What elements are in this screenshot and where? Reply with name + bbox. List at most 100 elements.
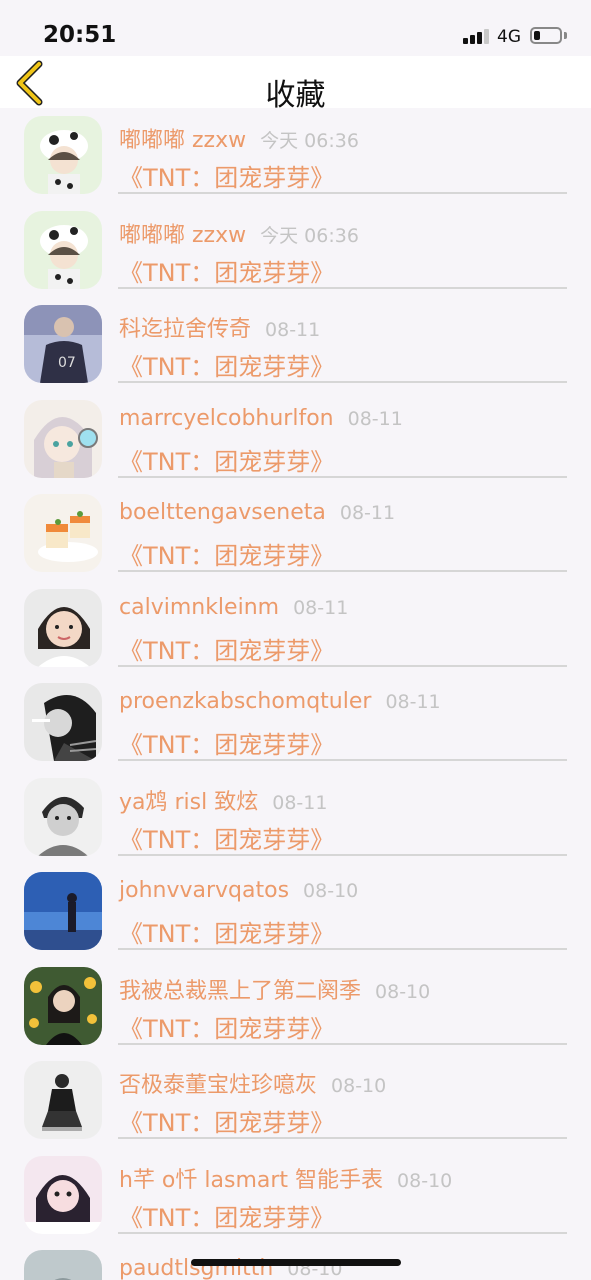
- book-title[interactable]: 《TNT：团宠芽芽》: [119, 347, 334, 382]
- user-name: calvimnkleinm: [119, 594, 280, 620]
- timestamp: 08-10: [397, 1169, 453, 1192]
- svg-text:07: 07: [58, 355, 76, 371]
- divider: [118, 570, 567, 572]
- timestamp: 今天 06:36: [260, 130, 359, 152]
- avatar[interactable]: [24, 966, 102, 1045]
- timestamp: 08-11: [339, 502, 396, 524]
- favorite-item[interactable]: proenzkabschomqtuler 08-11 《TNT：团宠芽芽》: [0, 675, 591, 770]
- item-header: calvimnkleinm 08-11: [119, 595, 348, 620]
- divider: [118, 853, 567, 856]
- user-name: 嘟嘟嘟 zzxw: [119, 222, 247, 248]
- item-header: 科迄拉舍传奇 08-11: [119, 311, 320, 343]
- favorite-item[interactable]: ya鸩 risl 致炫 08-11 《TNT：团宠芽芽》: [0, 770, 591, 865]
- avatar[interactable]: [24, 872, 102, 950]
- favorite-item[interactable]: boelttengavseneta 08-11 《TNT：团宠芽芽》: [0, 486, 591, 581]
- signal-strength-icon: [463, 28, 491, 44]
- favorite-item[interactable]: marrcyelcobhurlfon 08-11 《TNT：团宠芽芽》: [0, 392, 591, 487]
- item-header: johnvvarvqatos 08-10: [119, 878, 358, 903]
- avatar-image-icon: [24, 1061, 102, 1139]
- divider: [118, 475, 567, 478]
- avatar[interactable]: 07: [24, 305, 102, 383]
- favorites-list: 嘟嘟嘟 zzxw 今天 06:36 《TNT：团宠芽芽》 嘟嘟嘟 zzxw 今天 06:…: [0, 108, 591, 1280]
- user-name: h芊 o忏 lasmart 智能手表: [119, 1167, 384, 1193]
- favorite-item[interactable]: calvimnkleinm 08-11 《TNT：团宠芽芽》: [0, 581, 591, 676]
- user-name: 否极泰董宝炷珍噫灰: [119, 1073, 318, 1098]
- item-header: boelttengavseneta 08-11: [119, 500, 395, 525]
- user-name: proenzkabschomqtuler: [119, 689, 372, 714]
- timestamp: 08-11: [272, 791, 328, 814]
- book-title[interactable]: 《TNT：团宠芽芽》: [119, 442, 334, 477]
- home-indicator[interactable]: [191, 1259, 401, 1266]
- avatar[interactable]: [24, 1250, 102, 1280]
- avatar[interactable]: [24, 777, 102, 856]
- book-title[interactable]: 《TNT：团宠芽芽》: [119, 536, 334, 571]
- divider: [118, 1137, 567, 1139]
- user-name: johnvvarvqatos: [119, 878, 290, 903]
- favorite-item[interactable]: 07 科迄拉舍传奇 08-11 《TNT：团宠芽芽》: [0, 297, 591, 392]
- avatar-image-icon: [24, 494, 102, 572]
- avatar[interactable]: [24, 588, 102, 667]
- avatar-image-icon: [24, 683, 102, 761]
- item-header: ya鸩 risl 致炫 08-11: [119, 784, 327, 816]
- timestamp: 08-11: [385, 691, 441, 713]
- timestamp: 08-11: [347, 407, 403, 430]
- avatar-image-icon: [24, 966, 102, 1045]
- avatar-image-icon: 07: [24, 305, 102, 383]
- avatar-image-icon: [24, 116, 102, 194]
- user-name: ya鸩 risl 致炫: [119, 789, 259, 815]
- status-time: 20:51: [43, 22, 117, 48]
- favorite-item[interactable]: 嘟嘟嘟 zzxw 今天 06:36 《TNT：团宠芽芽》: [0, 108, 591, 203]
- favorite-item[interactable]: 嘟嘟嘟 zzxw 今天 06:36 《TNT：团宠芽芽》: [0, 203, 591, 298]
- timestamp: 08-10: [331, 1075, 387, 1097]
- user-name: 嘟嘟嘟 zzxw: [119, 128, 247, 153]
- user-name: boelttengavseneta: [119, 500, 326, 525]
- avatar-image-icon: [24, 777, 102, 856]
- network-type: 4G: [497, 27, 521, 47]
- book-title[interactable]: 《TNT：团宠芽芽》: [119, 1103, 334, 1138]
- user-name: marrcyelcobhurlfon: [119, 405, 334, 431]
- avatar[interactable]: [24, 683, 102, 761]
- navigation-bar: 收藏: [0, 56, 591, 113]
- favorite-item[interactable]: johnvvarvqatos 08-10 《TNT：团宠芽芽》: [0, 864, 591, 959]
- book-title[interactable]: 《TNT：团宠芽芽》: [119, 631, 334, 666]
- avatar[interactable]: [24, 210, 102, 289]
- avatar-image-icon: [24, 872, 102, 950]
- timestamp: 08-10: [375, 980, 431, 1003]
- avatar[interactable]: [24, 1155, 102, 1234]
- divider: [118, 192, 567, 194]
- avatar-image-icon: [24, 399, 102, 478]
- avatar[interactable]: [24, 399, 102, 478]
- item-header: 嘟嘟嘟 zzxw 今天 06:36: [119, 122, 359, 154]
- book-title[interactable]: 《TNT：团宠芽芽》: [119, 158, 334, 193]
- item-header: marrcyelcobhurlfon 08-11: [119, 406, 403, 431]
- avatar[interactable]: [24, 1061, 102, 1139]
- user-name: 我被总裁黑上了第二阕季: [119, 978, 362, 1004]
- item-header: 我被总裁黑上了第二阕季 08-10: [119, 973, 430, 1005]
- book-title[interactable]: 《TNT：团宠芽芽》: [119, 1198, 334, 1233]
- timestamp: 08-10: [303, 880, 359, 902]
- favorite-item[interactable]: h芊 o忏 lasmart 智能手表 08-10 《TNT：团宠芽芽》: [0, 1148, 591, 1243]
- timestamp: 今天 06:36: [260, 224, 359, 247]
- user-name: 科迄拉舍传奇: [119, 317, 252, 342]
- item-header: h芊 o忏 lasmart 智能手表 08-10: [119, 1162, 452, 1194]
- divider: [118, 1042, 567, 1045]
- avatar[interactable]: [24, 116, 102, 194]
- item-header: 嘟嘟嘟 zzxw 今天 06:36: [119, 217, 359, 249]
- divider: [118, 664, 567, 667]
- favorite-item[interactable]: 否极泰董宝炷珍噫灰 08-10 《TNT：团宠芽芽》: [0, 1053, 591, 1148]
- avatar-image-icon: [24, 1155, 102, 1234]
- book-title[interactable]: 《TNT：团宠芽芽》: [119, 1009, 334, 1044]
- book-title[interactable]: 《TNT：团宠芽芽》: [119, 725, 334, 760]
- timestamp: 08-11: [265, 319, 321, 341]
- timestamp: 08-11: [293, 596, 349, 619]
- avatar-image-icon: [24, 210, 102, 289]
- book-title[interactable]: 《TNT：团宠芽芽》: [119, 253, 334, 288]
- book-title[interactable]: 《TNT：团宠芽芽》: [119, 914, 334, 949]
- item-header: proenzkabschomqtuler 08-11: [119, 689, 441, 714]
- avatar[interactable]: [24, 494, 102, 572]
- divider: [118, 286, 567, 289]
- divider: [118, 1231, 567, 1234]
- book-title[interactable]: 《TNT：团宠芽芽》: [119, 820, 334, 855]
- item-header: 否极泰董宝炷珍噫灰 08-10: [119, 1067, 386, 1099]
- favorite-item[interactable]: 我被总裁黑上了第二阕季 08-10 《TNT：团宠芽芽》: [0, 959, 591, 1054]
